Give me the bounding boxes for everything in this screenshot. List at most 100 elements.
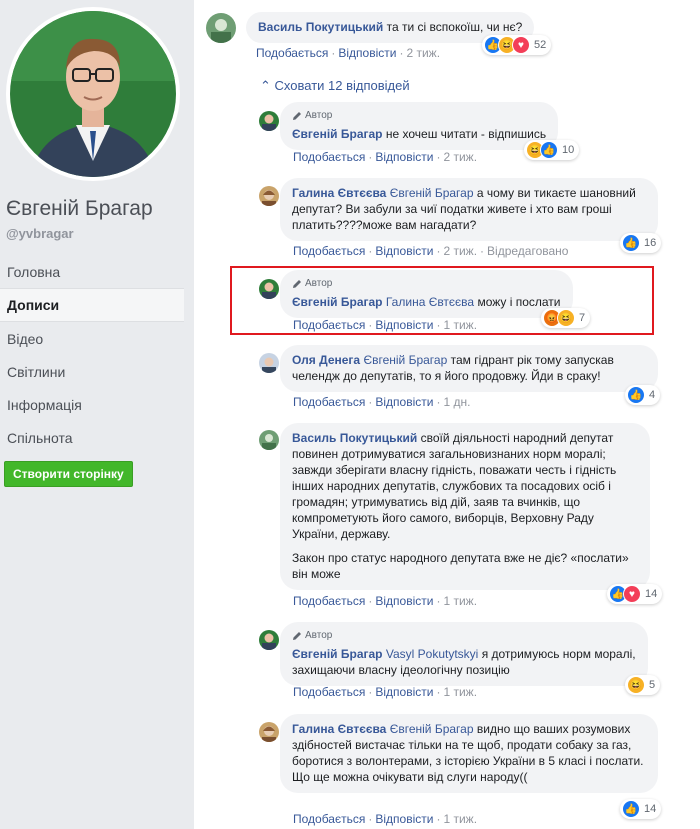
pencil-icon [293, 632, 301, 640]
comment-author[interactable]: Галина Євтєєва [292, 722, 386, 736]
commenter-avatar[interactable] [259, 722, 279, 742]
comment-bubble: Оля Денега Євгеній Брагар там гідрант рі… [280, 345, 658, 392]
nav-item-posts[interactable]: Дописи [0, 288, 184, 322]
like-icon: 👍 [627, 386, 645, 404]
comment-mention[interactable]: Євгеній Брагар [390, 186, 474, 200]
love-icon: ♥ [512, 36, 530, 54]
reactions-summary[interactable]: 👍 😆 ♥ 52 [482, 35, 552, 55]
comment-actions: Подобається · Відповісти · 1 тиж. [293, 812, 478, 826]
profile-picture[interactable] [10, 11, 176, 177]
reply-link[interactable]: Відповісти [375, 395, 433, 409]
comment-author[interactable]: Василь Покутицький [258, 20, 383, 34]
comment-time[interactable]: 1 тиж. [443, 685, 477, 699]
reactions-summary[interactable]: 👍 ♥ 14 [607, 584, 663, 604]
create-page-button[interactable]: Створити сторінку [4, 461, 133, 487]
like-link[interactable]: Подобається [293, 150, 365, 164]
reply-link[interactable]: Відповісти [338, 46, 396, 60]
reply-link[interactable]: Відповісти [375, 685, 433, 699]
reply-link[interactable]: Відповісти [375, 594, 433, 608]
like-link[interactable]: Подобається [293, 395, 365, 409]
author-badge-label: Автор [305, 630, 333, 641]
comment-bubble: Галина Євтєєва Євгеній Брагар видно що в… [280, 714, 658, 793]
comment-mention[interactable]: Євгеній Брагар [363, 353, 447, 367]
page-nav: Головна Дописи Відео Світлини Інформація… [0, 255, 184, 454]
comment-actions: Подобається · Відповісти · 2 тиж. [256, 46, 441, 60]
nav-item-community[interactable]: Спільнота [0, 421, 184, 454]
comment-text: не хочеш читати - відпишись [385, 127, 547, 141]
commenter-avatar[interactable] [259, 630, 279, 650]
highlight-box [230, 266, 654, 335]
like-icon: 👍 [622, 234, 640, 252]
commenter-avatar[interactable] [259, 353, 279, 373]
comment-time[interactable]: 2 тиж. [406, 46, 440, 60]
like-icon: 👍 [540, 141, 558, 159]
comment-text: своїй діяльності народний депутат повине… [292, 431, 617, 541]
like-icon: 👍 [622, 800, 640, 818]
comment-bubble: Автор Євгеній Брагар Vasyl Pokutytskyi я… [280, 622, 648, 686]
page-handle[interactable]: @yvbragar [6, 226, 74, 241]
page-name[interactable]: Євгеній Брагар [6, 197, 153, 221]
comment-time[interactable]: 2 тиж. [443, 150, 477, 164]
nav-item-home[interactable]: Головна [0, 255, 184, 288]
like-link[interactable]: Подобається [256, 46, 328, 60]
pencil-icon [293, 112, 301, 120]
comment-time[interactable]: 1 тиж. [443, 594, 477, 608]
commenter-avatar[interactable] [259, 186, 279, 206]
comment-time[interactable]: 2 тиж. [443, 244, 477, 258]
reactions-summary[interactable]: 😆 👍 10 [524, 140, 580, 160]
edited-label[interactable]: Відредаговано [487, 244, 568, 258]
reactions-summary[interactable]: 👍 14 [620, 799, 662, 819]
reaction-count: 14 [644, 803, 657, 815]
author-badge-label: Автор [305, 110, 333, 121]
reactions-summary[interactable]: 👍 4 [625, 385, 661, 405]
comment-bubble: Галина Євтєєва Євгеній Брагар а чому ви … [280, 178, 658, 241]
haha-icon: 😆 [627, 676, 645, 694]
hide-replies-label: Сховати 12 відповідей [274, 78, 410, 93]
nav-item-about[interactable]: Інформація [0, 388, 184, 421]
comment-actions: Подобається · Відповісти · 2 тиж. [293, 150, 478, 164]
nav-item-videos[interactable]: Відео [0, 322, 184, 355]
comment-actions: Подобається · Відповісти · 1 дн. [293, 395, 471, 409]
reaction-count: 10 [562, 144, 575, 156]
comment-mention[interactable]: Євгеній Брагар [390, 722, 474, 736]
reaction-count: 4 [649, 389, 656, 401]
author-badge: Автор [292, 108, 546, 124]
comment-author[interactable]: Євгеній Брагар [292, 647, 383, 661]
author-badge: Автор [292, 628, 636, 644]
commenter-avatar[interactable] [206, 13, 236, 43]
like-link[interactable]: Подобається [293, 812, 365, 826]
comment-text-paragraph: Закон про статус народного депутата вже … [292, 551, 629, 581]
comments-section: Василь Покутицький та ти сі вспокоїш, чи… [194, 0, 700, 829]
comment-author[interactable]: Євгеній Брагар [292, 127, 383, 141]
comment-bubble: Василь Покутицький своїй діяльності наро… [280, 423, 650, 590]
comment-author[interactable]: Василь Покутицький [292, 431, 417, 445]
page-sidebar: Євгеній Брагар @yvbragar Головна Дописи … [0, 0, 194, 829]
like-link[interactable]: Подобається [293, 244, 365, 258]
hide-replies-link[interactable]: ⌃ Сховати 12 відповідей [260, 78, 410, 94]
comment-author[interactable]: Оля Денега [292, 353, 360, 367]
like-link[interactable]: Подобається [293, 685, 365, 699]
comment-time[interactable]: 1 дн. [443, 395, 470, 409]
reply-link[interactable]: Відповісти [375, 150, 433, 164]
reply-link[interactable]: Відповісти [375, 244, 433, 258]
reaction-count: 14 [645, 588, 658, 600]
like-link[interactable]: Подобається [293, 594, 365, 608]
comment-time[interactable]: 1 тиж. [443, 812, 477, 826]
comment-mention[interactable]: Vasyl Pokutytskyi [386, 647, 478, 661]
reaction-count: 52 [534, 39, 547, 51]
nav-item-photos[interactable]: Світлини [0, 355, 184, 388]
comment-author[interactable]: Галина Євтєєва [292, 186, 386, 200]
comment-bubble: Автор Євгеній Брагар не хочеш читати - в… [280, 102, 559, 150]
commenter-avatar[interactable] [259, 111, 279, 131]
profile-picture-frame[interactable] [6, 7, 180, 181]
reply-link[interactable]: Відповісти [375, 812, 433, 826]
comment-text: та ти сі вспокоїш, чи нє? [386, 20, 523, 34]
love-icon: ♥ [623, 585, 641, 603]
reactions-summary[interactable]: 👍 16 [620, 233, 662, 253]
comment-actions: Подобається · Відповісти · 2 тиж. · Відредагов… [293, 244, 569, 258]
commenter-avatar[interactable] [259, 430, 279, 450]
reactions-summary[interactable]: 😆 5 [625, 675, 661, 695]
chevron-up-icon: ⌃ [260, 78, 271, 93]
reaction-count: 5 [649, 679, 656, 691]
comment-actions: Подобається · Відповісти · 1 тиж. [293, 594, 478, 608]
